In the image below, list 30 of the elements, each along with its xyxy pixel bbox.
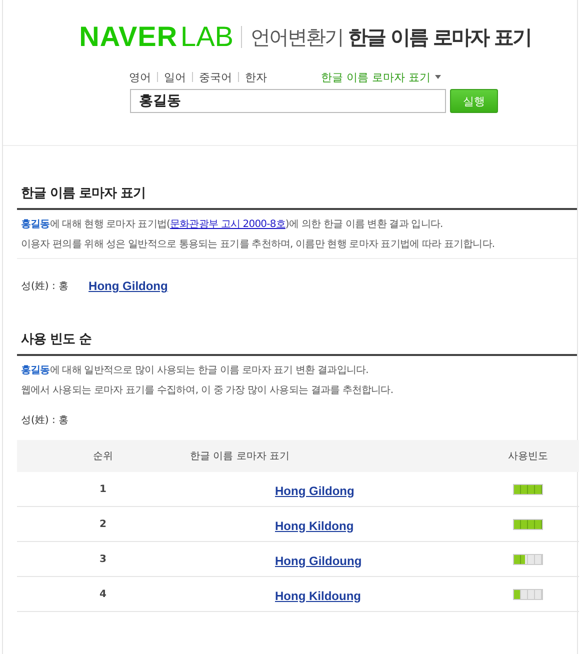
result-link[interactable]: Hong Gildong xyxy=(88,279,168,293)
description-text: 웹에서 사용되는 로마자 표기를 수집하여, 이 중 가장 많이 사용되는 결과를 추천합니다. xyxy=(21,384,394,398)
description-text: 홍길동에 대해 일반적으로 많이 사용되는 한글 이름 로마자 표기 변환 결과입니다. xyxy=(21,364,370,378)
surname-label: 성(姓) : 홍 xyxy=(21,280,69,293)
language-tab[interactable]: 한자 xyxy=(239,70,273,84)
rank-cell: 2 xyxy=(17,506,189,542)
rank-cell: 3 xyxy=(17,542,189,576)
language-tab[interactable]: 영어 xyxy=(129,70,157,84)
result-link[interactable]: Hong Kildoung xyxy=(275,588,361,602)
rank-cell: 4 xyxy=(17,576,189,612)
search-field[interactable]: 홍길동 xyxy=(130,89,446,113)
result-link[interactable]: Hong Gildoung xyxy=(275,554,362,568)
rank-cell: 1 xyxy=(17,472,189,506)
description-text: 홍길동에 대해 현행 로마자 표기법(문화관광부 고시 2000-8호)에 의한 한글 이름 변환 결과 입니다. xyxy=(21,218,444,232)
service-name: 언어변환기 xyxy=(250,24,343,50)
language-tab[interactable]: 중국어 xyxy=(193,70,238,84)
caret-icon xyxy=(434,75,440,79)
description-text: 이용자 편의를 위해 성은 일반적으로 통용되는 표기를 추천하며, 이름만 현행 로마자 표기법에 따라 표기합니다. xyxy=(21,238,496,252)
column-header: 한글 이름 로마자 표기 xyxy=(189,440,477,472)
section-title: 사용 빈도 순 xyxy=(17,330,577,356)
column-header: 순위 xyxy=(17,440,189,472)
language-tab[interactable]: 일어 xyxy=(158,70,192,84)
page-title: 한글 이름 로마자 표기 xyxy=(348,24,531,50)
section-title: 한글 이름 로마자 표기 xyxy=(17,184,577,210)
surname-label: 성(姓) : 홍 xyxy=(21,414,69,427)
mode-menu[interactable]: 한글 이름 로마자 표기 xyxy=(321,70,440,84)
result-link[interactable]: Hong Gildong xyxy=(275,484,354,498)
column-header: 사용빈도 xyxy=(477,440,579,472)
result-link[interactable]: Hong Kildong xyxy=(275,518,354,532)
notice-link[interactable]: 문화관광부 고시 2000-8호 xyxy=(170,219,286,230)
